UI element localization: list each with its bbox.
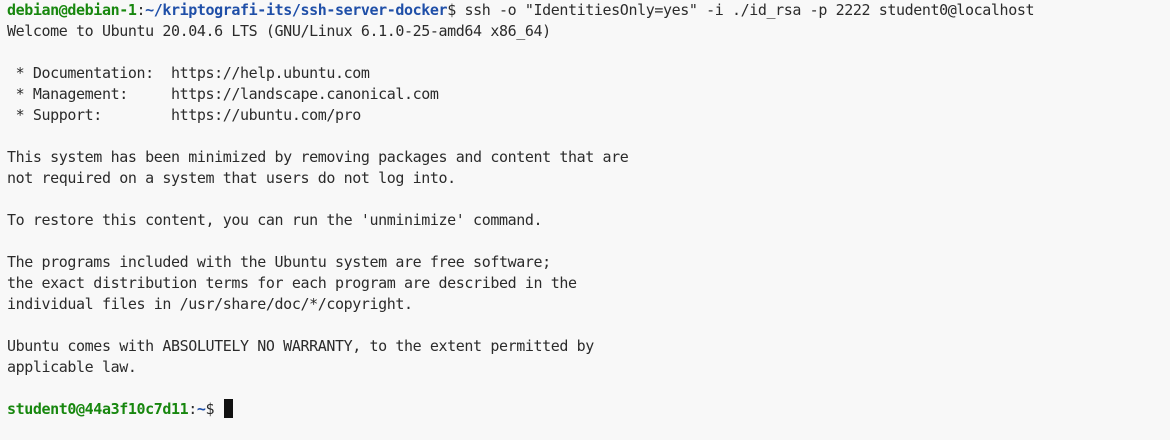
prompt-path: ~/kriptografi-its/ssh-server-docker [145, 1, 448, 19]
prompt-path: ~ [196, 400, 206, 418]
output-line: applicable law. [7, 358, 137, 376]
command-text: ssh -o "IdentitiesOnly=yes" -i ./id_rsa … [464, 1, 1035, 19]
output-line: * Management: https://landscape.canonica… [7, 85, 439, 103]
output-line: * Support: https://ubuntu.com/pro [7, 106, 362, 124]
prompt-colon: : [136, 1, 146, 19]
output-line: not required on a system that users do n… [7, 169, 456, 187]
command-line: debian@debian-1:~/kriptografi-its/ssh-se… [7, 0, 1170, 21]
text-cursor[interactable] [223, 399, 233, 418]
prompt-colon: : [188, 400, 197, 418]
prompt-dollar: $ [205, 400, 223, 418]
output-line: Ubuntu comes with ABSOLUTELY NO WARRANTY… [7, 337, 594, 355]
shell-prompt-line[interactable]: student0@44a3f10c7d11:~$ [7, 399, 1170, 420]
prompt-user-host: debian@debian-1 [7, 1, 137, 19]
terminal-window[interactable]: debian@debian-1:~/kriptografi-its/ssh-se… [0, 0, 1170, 440]
output-line: The programs included with the Ubuntu sy… [7, 253, 551, 271]
output-line: This system has been minimized by removi… [7, 148, 629, 166]
output-line: * Documentation: https://help.ubuntu.com [7, 64, 370, 82]
prompt-user-host: student0@44a3f10c7d11 [7, 400, 189, 418]
output-line: individual files in /usr/share/doc/*/cop… [7, 295, 413, 313]
output-line: the exact distribution terms for each pr… [7, 274, 577, 292]
output-line: To restore this content, you can run the… [7, 211, 543, 229]
prompt-dollar: $ [447, 1, 465, 19]
output-line: Welcome to Ubuntu 20.04.6 LTS (GNU/Linux… [7, 22, 551, 40]
